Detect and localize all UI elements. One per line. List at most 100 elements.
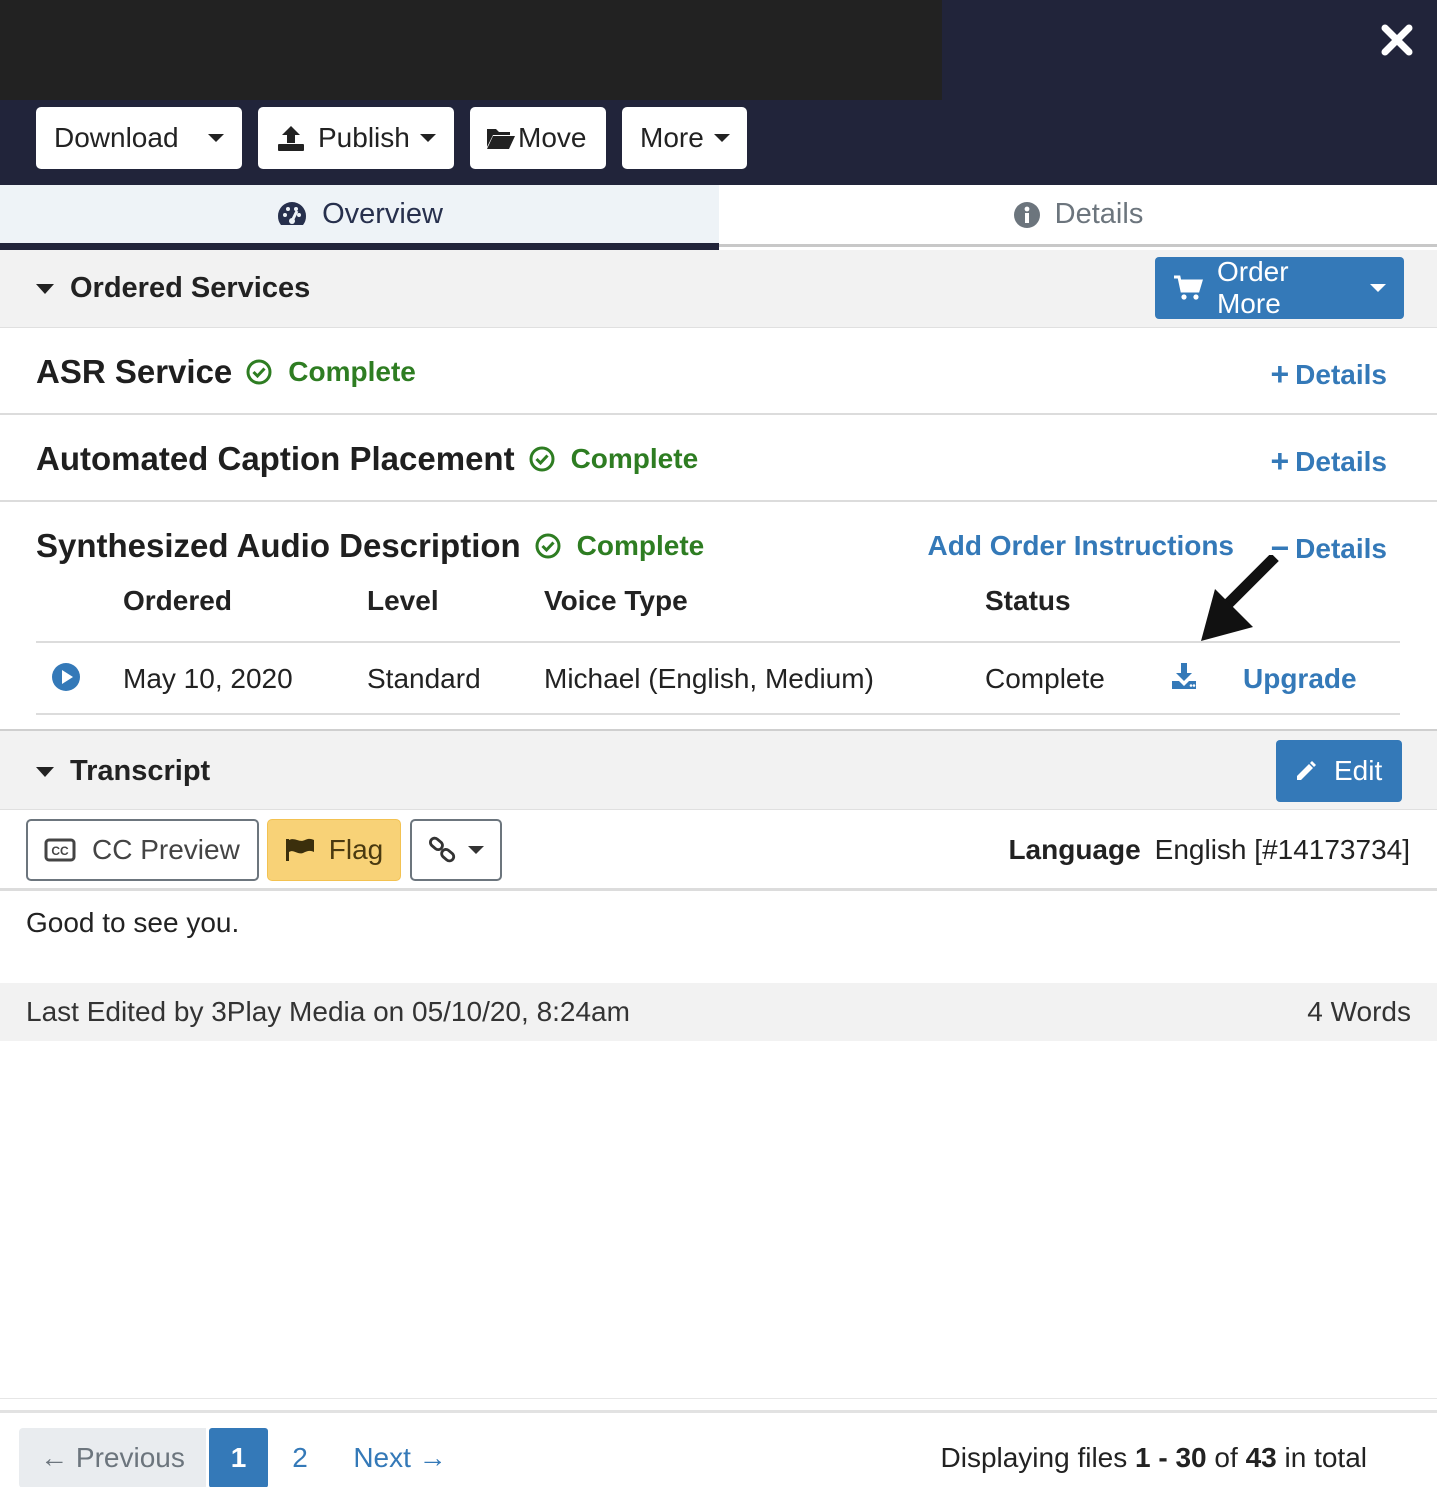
file-toolbar: Download Publish Move More: [36, 107, 747, 169]
transcript-footer: Last Edited by 3Play Media on 05/10/20, …: [0, 983, 1437, 1041]
folder-open-icon: [487, 129, 515, 149]
play-icon[interactable]: [51, 662, 81, 699]
transcript-header: Transcript Edit: [0, 731, 1437, 810]
title-area: [0, 0, 942, 100]
pagination-bar: ← Previous 1 2 Next → Displaying files 1…: [0, 1410, 1437, 1487]
cell-level: Standard: [367, 663, 481, 694]
display-of: of: [1206, 1442, 1246, 1473]
display-suffix: in total: [1276, 1442, 1367, 1473]
previous-page-button[interactable]: ← Previous: [19, 1428, 206, 1487]
cell-status: Complete: [985, 663, 1105, 694]
word-count: 4 Words: [1307, 996, 1411, 1027]
language-info: Language English [#14173734]: [1008, 834, 1410, 866]
ordered-services-header: Ordered Services Order More: [0, 250, 1437, 328]
details-label: Details: [1295, 358, 1387, 390]
details-collapse-link[interactable]: − Details: [1270, 530, 1387, 567]
edit-button[interactable]: Edit: [1276, 740, 1402, 802]
svg-text:CC: CC: [51, 844, 69, 858]
flag-icon: [285, 838, 314, 861]
column-header-voice-type: Voice Type: [544, 585, 688, 616]
plus-icon: +: [1270, 443, 1290, 479]
divider: [0, 1398, 1437, 1399]
service-name-text: Automated Caption Placement: [36, 440, 515, 477]
last-edited-text: Last Edited by 3Play Media on 05/10/20, …: [26, 996, 630, 1027]
cart-icon: [1173, 275, 1203, 300]
display-total: 43: [1245, 1442, 1277, 1473]
annotation-arrow-icon: [1201, 555, 1279, 641]
status-complete: Complete: [535, 530, 705, 562]
download-icon[interactable]: [1170, 661, 1198, 698]
display-range: 1 - 30: [1135, 1442, 1207, 1473]
publish-label: Publish: [318, 122, 410, 153]
tab-overview-label: Overview: [322, 197, 443, 230]
edit-label: Edit: [1334, 755, 1383, 786]
next-page-button[interactable]: Next →: [340, 1428, 460, 1487]
displaying-files-text: Displaying files 1 - 30 of 43 in total: [941, 1428, 1368, 1487]
publish-button[interactable]: Publish: [258, 107, 454, 169]
divider: [0, 888, 1437, 891]
display-prefix: Displaying files: [940, 1442, 1136, 1473]
details-label: Details: [1295, 445, 1387, 477]
cc-preview-button[interactable]: CC CC Preview: [26, 819, 259, 881]
more-button[interactable]: More: [622, 107, 747, 169]
dashboard-icon: [278, 202, 307, 225]
column-header-status: Status: [985, 585, 1071, 616]
add-instructions-label: Add Order Instructions: [927, 530, 1234, 561]
service-name: Synthesized Audio Description Complete: [36, 527, 704, 565]
service-name-text: Synthesized Audio Description: [36, 527, 521, 564]
link-dropdown-button[interactable]: [410, 819, 502, 881]
status-complete: Complete: [246, 356, 416, 388]
caret-down-icon: [36, 283, 54, 294]
check-circle-icon: [246, 359, 272, 385]
page-1-button[interactable]: 1: [209, 1428, 268, 1487]
closed-captions-icon: CC: [44, 838, 76, 862]
details-expand-link[interactable]: + Details: [1270, 356, 1387, 393]
download-label: Download: [54, 122, 179, 153]
details-expand-link[interactable]: + Details: [1270, 443, 1387, 480]
link-icon: [429, 836, 456, 863]
move-button[interactable]: Move: [470, 107, 606, 169]
status-text: Complete: [576, 530, 705, 561]
ordered-services-title: Ordered Services: [70, 272, 311, 304]
order-more-button[interactable]: Order More: [1155, 256, 1404, 319]
service-name: ASR Service Complete: [36, 353, 416, 391]
page-2-button[interactable]: 2: [276, 1428, 324, 1487]
chevron-down-icon: [419, 134, 436, 142]
language-value: English [#14173734]: [1154, 834, 1410, 865]
transcript-text[interactable]: Good to see you.: [26, 907, 239, 939]
status-complete: Complete: [529, 443, 699, 475]
tab-bar: Overview Details: [0, 185, 1437, 250]
add-order-instructions-link[interactable]: Add Order Instructions: [928, 530, 1234, 562]
check-circle-icon: [535, 533, 561, 559]
column-header-ordered: Ordered: [123, 585, 232, 616]
service-row-asr: ASR Service Complete + Details: [0, 328, 1437, 415]
plus-icon: +: [1270, 356, 1290, 392]
service-name: Automated Caption Placement Complete: [36, 440, 698, 478]
details-label: Details: [1295, 532, 1387, 564]
transcript-title: Transcript: [70, 755, 211, 787]
close-icon[interactable]: [1379, 20, 1415, 60]
service-name-text: ASR Service: [36, 353, 233, 390]
move-label: Move: [518, 122, 587, 153]
flag-label: Flag: [328, 834, 384, 865]
status-text: Complete: [570, 443, 699, 474]
chevron-down-icon: [468, 846, 484, 854]
pencil-icon: [1297, 761, 1316, 780]
column-header-level: Level: [367, 585, 439, 616]
tab-overview[interactable]: Overview: [0, 185, 719, 250]
transcript-toggle[interactable]: Transcript: [36, 755, 210, 788]
more-label: More: [640, 122, 704, 153]
tab-details-label: Details: [1054, 198, 1144, 230]
flag-button[interactable]: Flag: [267, 819, 401, 881]
cell-voice-type: Michael (English, Medium): [544, 663, 874, 694]
chevron-down-icon: [713, 134, 730, 142]
caret-down-icon: [36, 766, 54, 777]
status-text: Complete: [288, 356, 416, 387]
download-button[interactable]: Download: [36, 107, 242, 169]
upgrade-link[interactable]: Upgrade: [1243, 663, 1357, 695]
chevron-down-icon: [208, 134, 224, 142]
tab-details[interactable]: Details: [719, 185, 1437, 247]
cell-ordered: May 10, 2020: [123, 663, 293, 694]
ordered-services-toggle[interactable]: Ordered Services: [36, 272, 310, 305]
top-header: Download Publish Move More: [0, 0, 1437, 185]
